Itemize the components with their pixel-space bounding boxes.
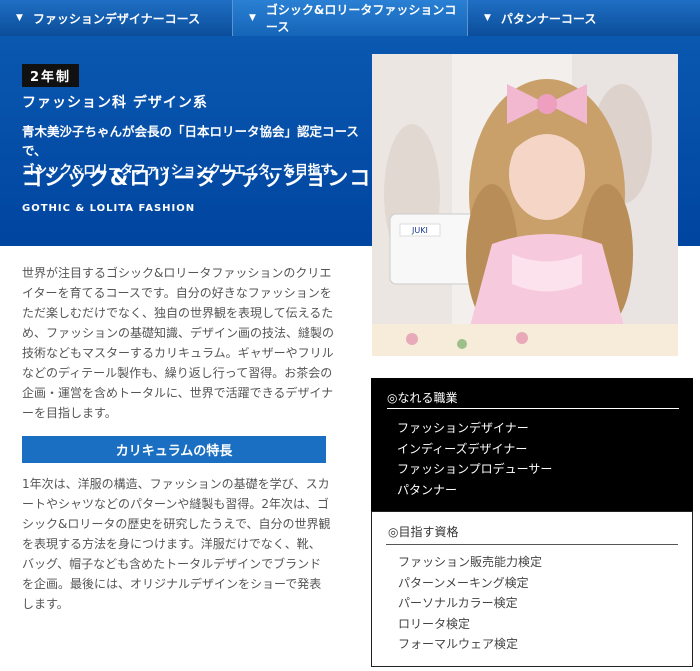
- curriculum-heading: カリキュラムの特長: [22, 436, 326, 463]
- qualification-item: パターンメーキング検定: [398, 575, 529, 590]
- course-intro: 世界が注目するゴシック&ロリータファッションのクリエイターを育てるコースです。自…: [22, 266, 335, 420]
- qualification-item: ロリータ検定: [398, 616, 471, 631]
- triangle-down-icon: ▼: [484, 13, 491, 23]
- tab-fashion-designer[interactable]: ▼ ファッションデザイナーコース: [0, 0, 233, 36]
- qualifications-box: ◎目指す資格 ファッション販売能力検定 パターンメーキング検定 パーソナルカラー…: [371, 511, 693, 667]
- student-photo: JUKI: [372, 54, 678, 356]
- careers-title: ◎なれる職業: [387, 391, 458, 405]
- career-item: インディーズデザイナー: [397, 441, 528, 456]
- department-label: ファッション科 デザイン系: [22, 95, 208, 111]
- tab-gothic-lolita[interactable]: ▼ ゴシック&ロリータファッションコース: [233, 0, 468, 36]
- qualification-item: パーソナルカラー検定: [398, 596, 518, 610]
- course-title-en: GOTHIC & LOLITA FASHION: [22, 203, 196, 214]
- curriculum-text: 1年次は、洋服の構造、ファッションの基礎を学び、スカートやシャツなどのパターンや…: [22, 477, 331, 611]
- careers-list: ファッションデザイナー インディーズデザイナー ファッションプロデューサー パタ…: [397, 418, 552, 500]
- photo-illustration: JUKI: [372, 54, 678, 356]
- tab-label: パタンナーコース: [500, 11, 597, 26]
- careers-box: ◎なれる職業 ファッションデザイナー インディーズデザイナー ファッションプロデ…: [371, 378, 693, 511]
- machine-brand: JUKI: [411, 226, 428, 235]
- tab-patternmaker[interactable]: ▼ パタンナーコース: [468, 0, 700, 36]
- qualification-item: フォーマルウェア検定: [398, 637, 519, 651]
- divider: [386, 544, 678, 545]
- qualifications-title: ◎目指す資格: [388, 525, 459, 539]
- qualifications-list: ファッション販売能力検定 パターンメーキング検定 パーソナルカラー検定 ロリータ…: [398, 552, 542, 655]
- career-item: ファッションプロデューサー: [397, 462, 553, 476]
- tab-label: ファッションデザイナーコース: [32, 11, 201, 26]
- career-item: パタンナー: [397, 482, 458, 497]
- career-item: ファッションデザイナー: [397, 421, 529, 435]
- tab-label: ゴシック&ロリータファッションコース: [265, 3, 457, 34]
- course-tabs: ▼ ファッションデザイナーコース ▼ ゴシック&ロリータファッションコース ▼ …: [0, 0, 700, 36]
- course-title: ゴシック&ロリータファッションコース: [22, 166, 415, 190]
- triangle-down-icon: ▼: [249, 13, 256, 23]
- triangle-down-icon: ▼: [16, 13, 23, 23]
- tagline-line: 青木美沙子ちゃんが会長の「日本ロリータ協会」認定コースで、: [22, 124, 359, 158]
- duration-badge: 2年制: [22, 64, 80, 87]
- divider: [387, 408, 679, 409]
- qualification-item: ファッション販売能力検定: [398, 555, 543, 569]
